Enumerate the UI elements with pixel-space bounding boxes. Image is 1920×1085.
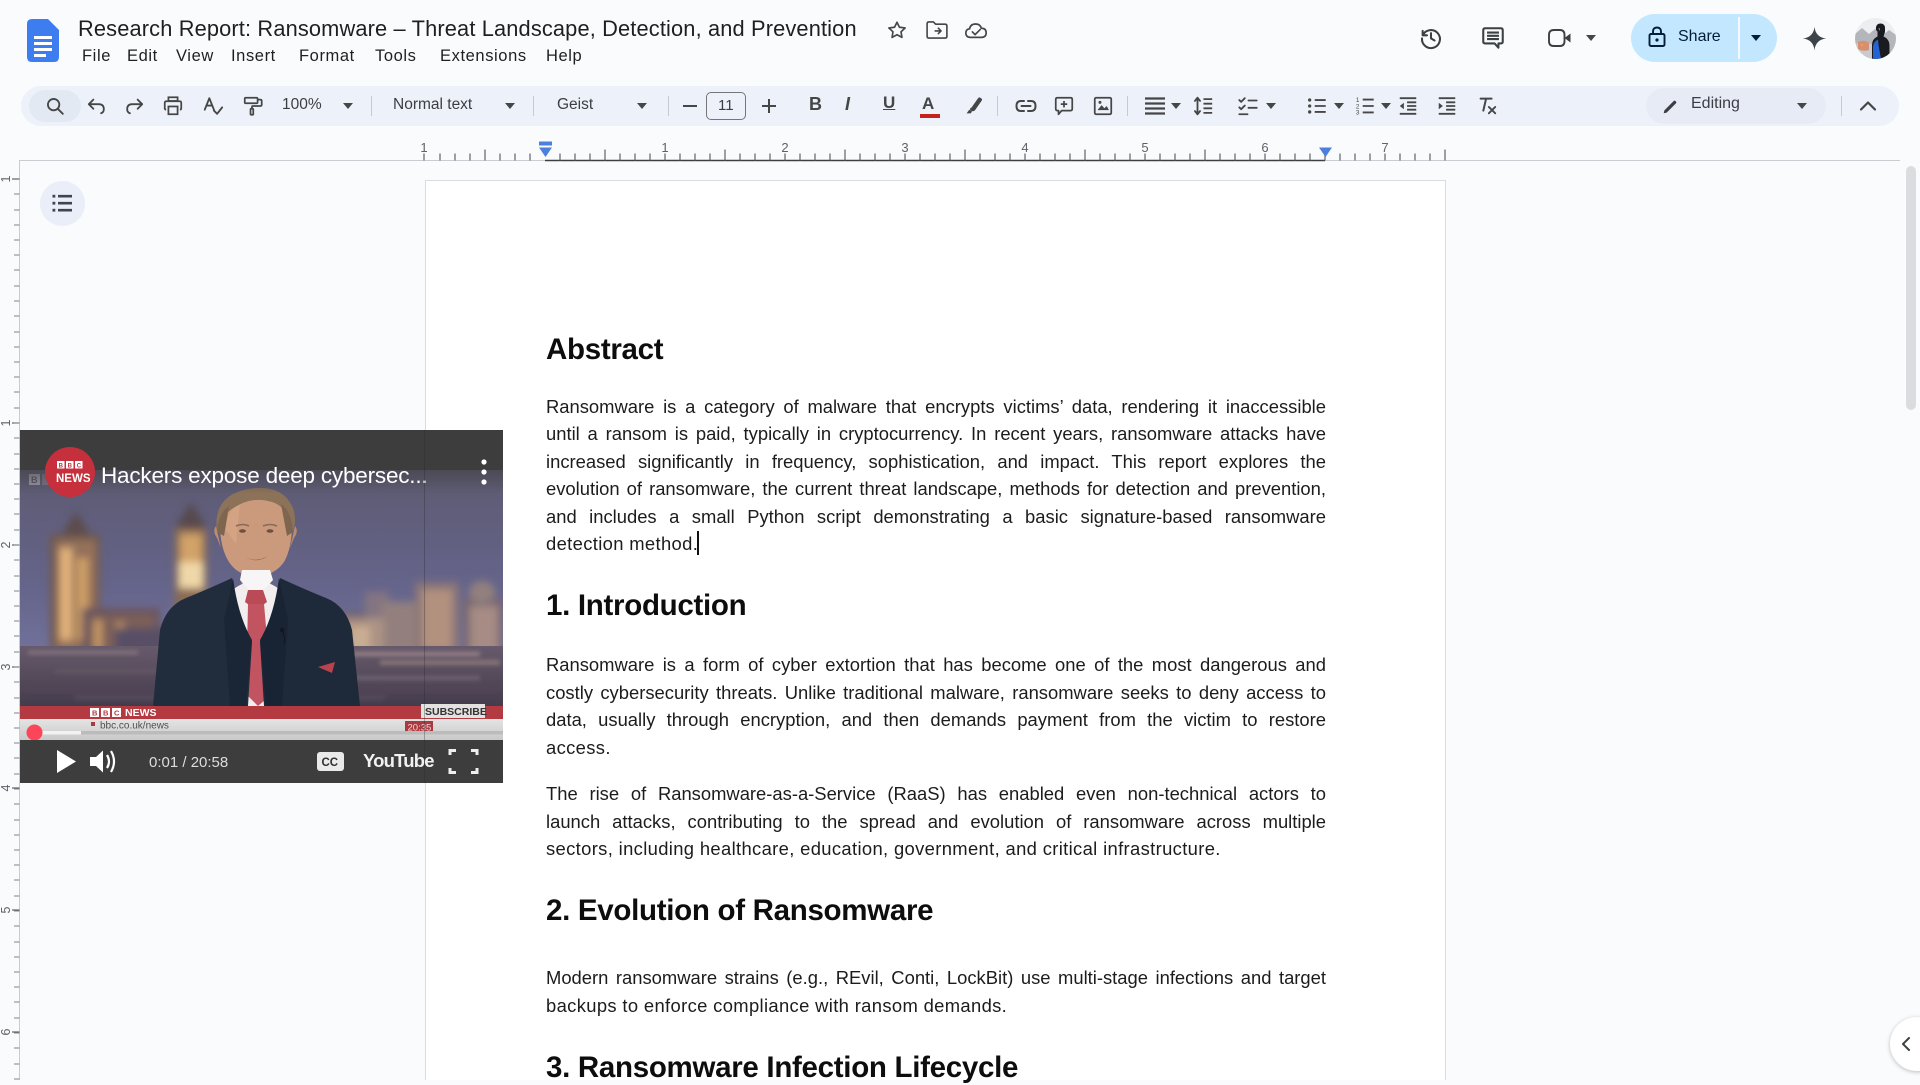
svg-text:B: B	[103, 709, 109, 718]
svg-text:C: C	[77, 463, 82, 469]
svg-text:3: 3	[0, 663, 13, 670]
svg-text:2: 2	[0, 541, 13, 548]
svg-text:4: 4	[0, 784, 13, 791]
svg-text:Hackers expose deep cybersec..: Hackers expose deep cybersec...	[101, 463, 427, 488]
svg-text:CC: CC	[322, 757, 339, 769]
svg-text:SUBSCRIBE: SUBSCRIBE	[425, 706, 487, 718]
svg-text:4: 4	[1021, 140, 1028, 155]
svg-text:bbc.co.uk/news: bbc.co.uk/news	[100, 721, 169, 732]
svg-text:5: 5	[0, 906, 13, 913]
svg-text:2: 2	[781, 140, 788, 155]
svg-text:5: 5	[1141, 140, 1148, 155]
svg-text:3: 3	[901, 140, 908, 155]
svg-text:NEWS: NEWS	[125, 707, 157, 719]
svg-text:C: C	[114, 709, 120, 718]
svg-text:1: 1	[420, 140, 427, 155]
svg-text:B: B	[92, 709, 98, 718]
svg-text:1: 1	[0, 419, 13, 426]
svg-text:B: B	[59, 463, 64, 469]
svg-text:6: 6	[1261, 140, 1268, 155]
svg-text:1: 1	[0, 175, 13, 182]
svg-text:0:01 / 20:58: 0:01 / 20:58	[149, 754, 228, 771]
svg-text:3: 3	[1356, 110, 1360, 117]
svg-text:7: 7	[1381, 140, 1388, 155]
svg-text:6: 6	[0, 1028, 13, 1035]
svg-text:B: B	[68, 463, 73, 469]
svg-text:NEWS: NEWS	[56, 473, 91, 485]
svg-text:1: 1	[661, 140, 668, 155]
